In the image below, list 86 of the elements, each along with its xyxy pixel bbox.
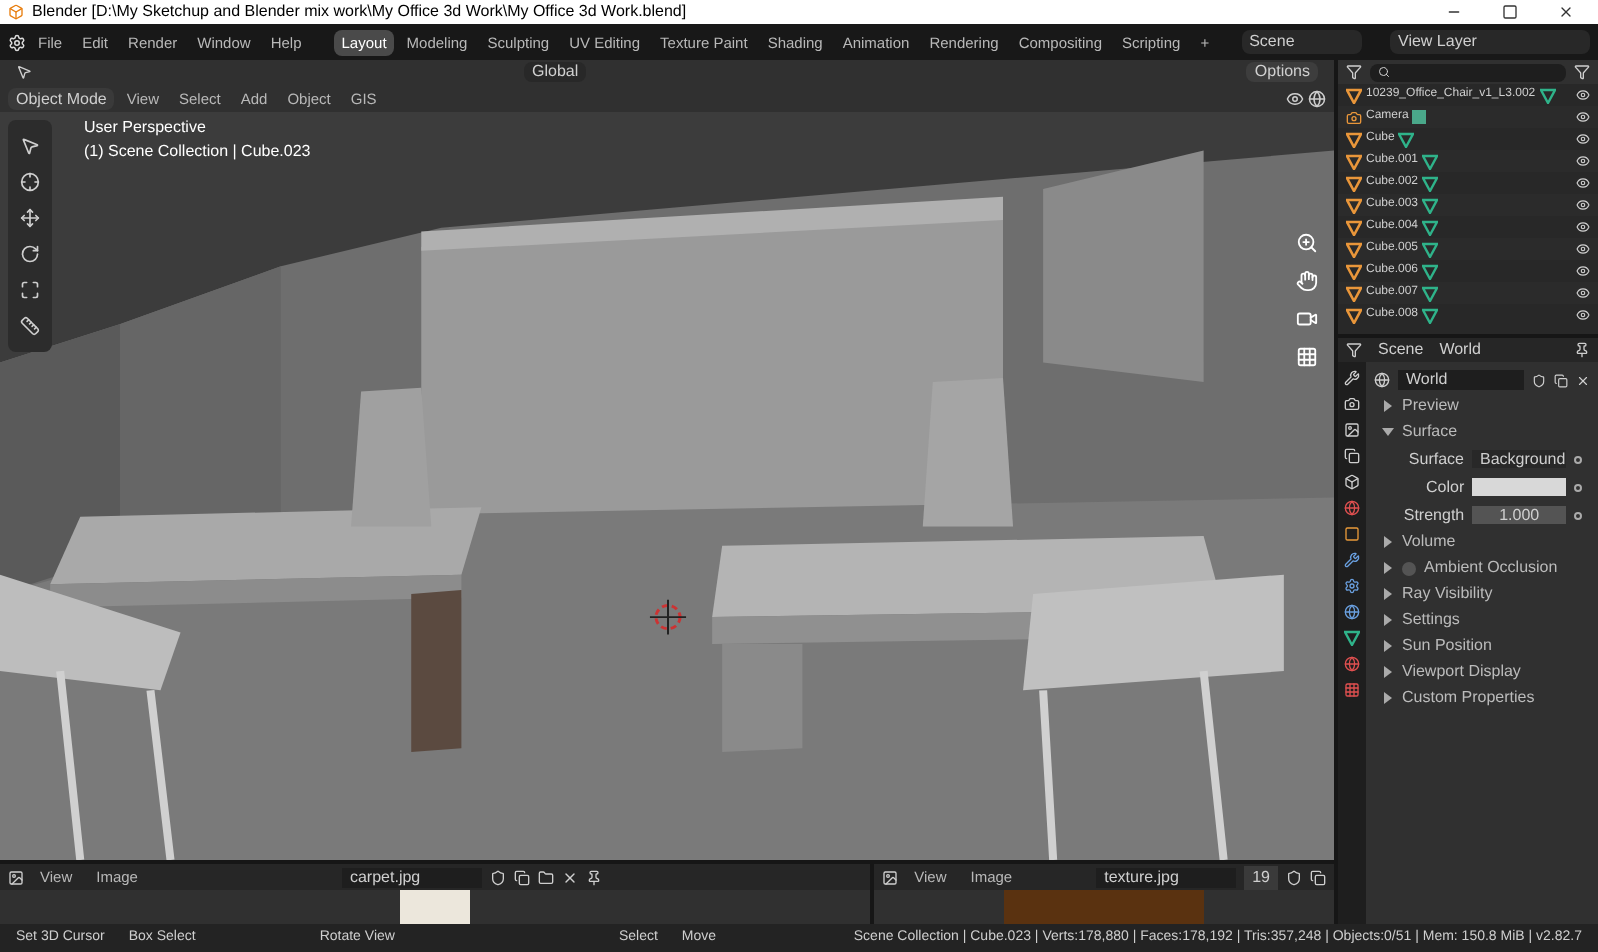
zoom-icon[interactable] — [1296, 232, 1318, 254]
panel-toggle[interactable] — [1382, 562, 1394, 574]
world-icon — [1374, 372, 1390, 388]
panel-toggle[interactable] — [1382, 536, 1394, 548]
panel-toggle[interactable] — [1382, 666, 1394, 678]
app-menu-icon[interactable] — [8, 33, 26, 51]
user-count: 19 — [1244, 865, 1278, 889]
visibility-icon[interactable] — [1576, 132, 1590, 146]
panel-title[interactable]: Viewport Display — [1402, 660, 1521, 684]
cursor-tool-icon[interactable] — [20, 172, 40, 192]
search-icon — [1378, 66, 1390, 78]
filter-icon[interactable] — [1574, 64, 1590, 80]
rotate-tool-icon[interactable] — [20, 244, 40, 264]
carpet-image-preview — [400, 890, 471, 924]
breadcrumb-item: Scene — [1378, 338, 1424, 362]
hand-icon[interactable] — [1296, 270, 1318, 292]
close-icon[interactable] — [561, 869, 578, 885]
panel-toggle[interactable] — [1382, 400, 1394, 412]
app-logo-icon — [8, 4, 24, 20]
visibility-icon[interactable] — [1576, 264, 1590, 278]
panel-title[interactable]: Preview — [1402, 394, 1459, 418]
modifier-tab-icon[interactable] — [1344, 552, 1360, 568]
color-swatch[interactable] — [1472, 478, 1567, 496]
options-dropdown[interactable]: Options — [1246, 62, 1318, 82]
breadcrumb-item: World — [1439, 338, 1481, 362]
folder-icon[interactable] — [537, 869, 554, 885]
camera-object-icon — [1346, 109, 1362, 125]
mesh-object-icon — [1346, 87, 1362, 103]
select-tool-icon[interactable] — [20, 136, 40, 156]
pin-icon[interactable] — [1574, 342, 1590, 358]
mode-dropdown[interactable]: Object Mode — [8, 87, 115, 109]
viewport-collection-label: (1) Scene Collection | Cube.023 — [84, 140, 311, 164]
visibility-icon[interactable] — [1576, 154, 1590, 168]
viewport-perspective-label: User Perspective — [84, 116, 208, 140]
panel-title[interactable]: Ray Visibility — [1402, 582, 1493, 606]
panel-title[interactable]: Sun Position — [1402, 634, 1492, 658]
surface-dropdown[interactable]: Background — [1472, 450, 1567, 468]
panel-toggle[interactable] — [1382, 614, 1394, 626]
panel-title[interactable]: Volume — [1402, 530, 1456, 554]
panel-title[interactable]: Custom Properties — [1402, 686, 1535, 710]
mesh-triangle-icon — [1539, 87, 1556, 103]
panel-title[interactable]: Surface — [1402, 420, 1458, 444]
duplicate-icon[interactable] — [1554, 373, 1568, 387]
panel-toggle[interactable] — [1382, 426, 1394, 438]
world-tab-icon[interactable] — [1344, 500, 1360, 516]
visibility-icon[interactable] — [1576, 198, 1590, 212]
close-icon[interactable] — [1558, 4, 1574, 20]
window-title: Blender [D:\My Sketchup and Blender mix work\My Office 3d Work\My Office 3d Work.blend] — [32, 0, 687, 24]
transform-orientation-dropdown[interactable]: Global — [524, 62, 587, 82]
visibility-icon[interactable] — [1576, 242, 1590, 256]
visibility-icon[interactable] — [1576, 220, 1590, 234]
camera-data-icon — [1412, 110, 1427, 124]
panel-toggle[interactable] — [1382, 640, 1394, 652]
maximize-icon[interactable] — [1502, 4, 1518, 20]
overlay-icon[interactable] — [1286, 89, 1304, 107]
image-name-field[interactable]: texture.jpg — [1096, 867, 1237, 887]
field-label: Color — [1424, 475, 1465, 499]
select-tool-icon[interactable] — [16, 64, 32, 80]
search-field[interactable] — [1370, 63, 1566, 81]
visibility-icon[interactable] — [1576, 286, 1590, 300]
number-field[interactable]: 1.000 — [1472, 506, 1567, 524]
image-name-field[interactable]: carpet.jpg — [341, 867, 482, 887]
scale-tool-icon[interactable] — [20, 280, 40, 300]
visibility-icon[interactable] — [1576, 308, 1590, 322]
panel-title[interactable]: Settings — [1402, 608, 1460, 632]
checkbox[interactable] — [1402, 561, 1416, 575]
grid-icon[interactable] — [1296, 346, 1318, 368]
visibility-icon[interactable] — [1576, 88, 1590, 102]
visibility-icon[interactable] — [1576, 176, 1590, 190]
panel-toggle[interactable] — [1382, 692, 1394, 704]
panel-title[interactable]: Ambient Occlusion — [1424, 556, 1558, 580]
measure-tool-icon[interactable] — [20, 316, 40, 336]
visibility-icon[interactable] — [1576, 110, 1590, 124]
field-label: Surface — [1406, 447, 1464, 471]
view-layer-field[interactable]: View Layer — [1390, 30, 1590, 54]
panel-toggle[interactable] — [1382, 588, 1394, 600]
tool-tab-icon[interactable] — [1344, 370, 1360, 386]
world-name-field[interactable]: World — [1398, 370, 1524, 390]
move-tool-icon[interactable] — [20, 208, 40, 228]
duplicate-icon[interactable] — [513, 869, 530, 885]
duplicate-icon[interactable] — [1310, 869, 1326, 885]
camera-icon[interactable] — [1296, 308, 1318, 330]
field-label: Strength — [1401, 503, 1465, 527]
scene-field[interactable]: Scene — [1241, 30, 1362, 54]
pin-icon[interactable] — [585, 869, 602, 885]
mesh-triangle-icon — [1344, 630, 1360, 646]
